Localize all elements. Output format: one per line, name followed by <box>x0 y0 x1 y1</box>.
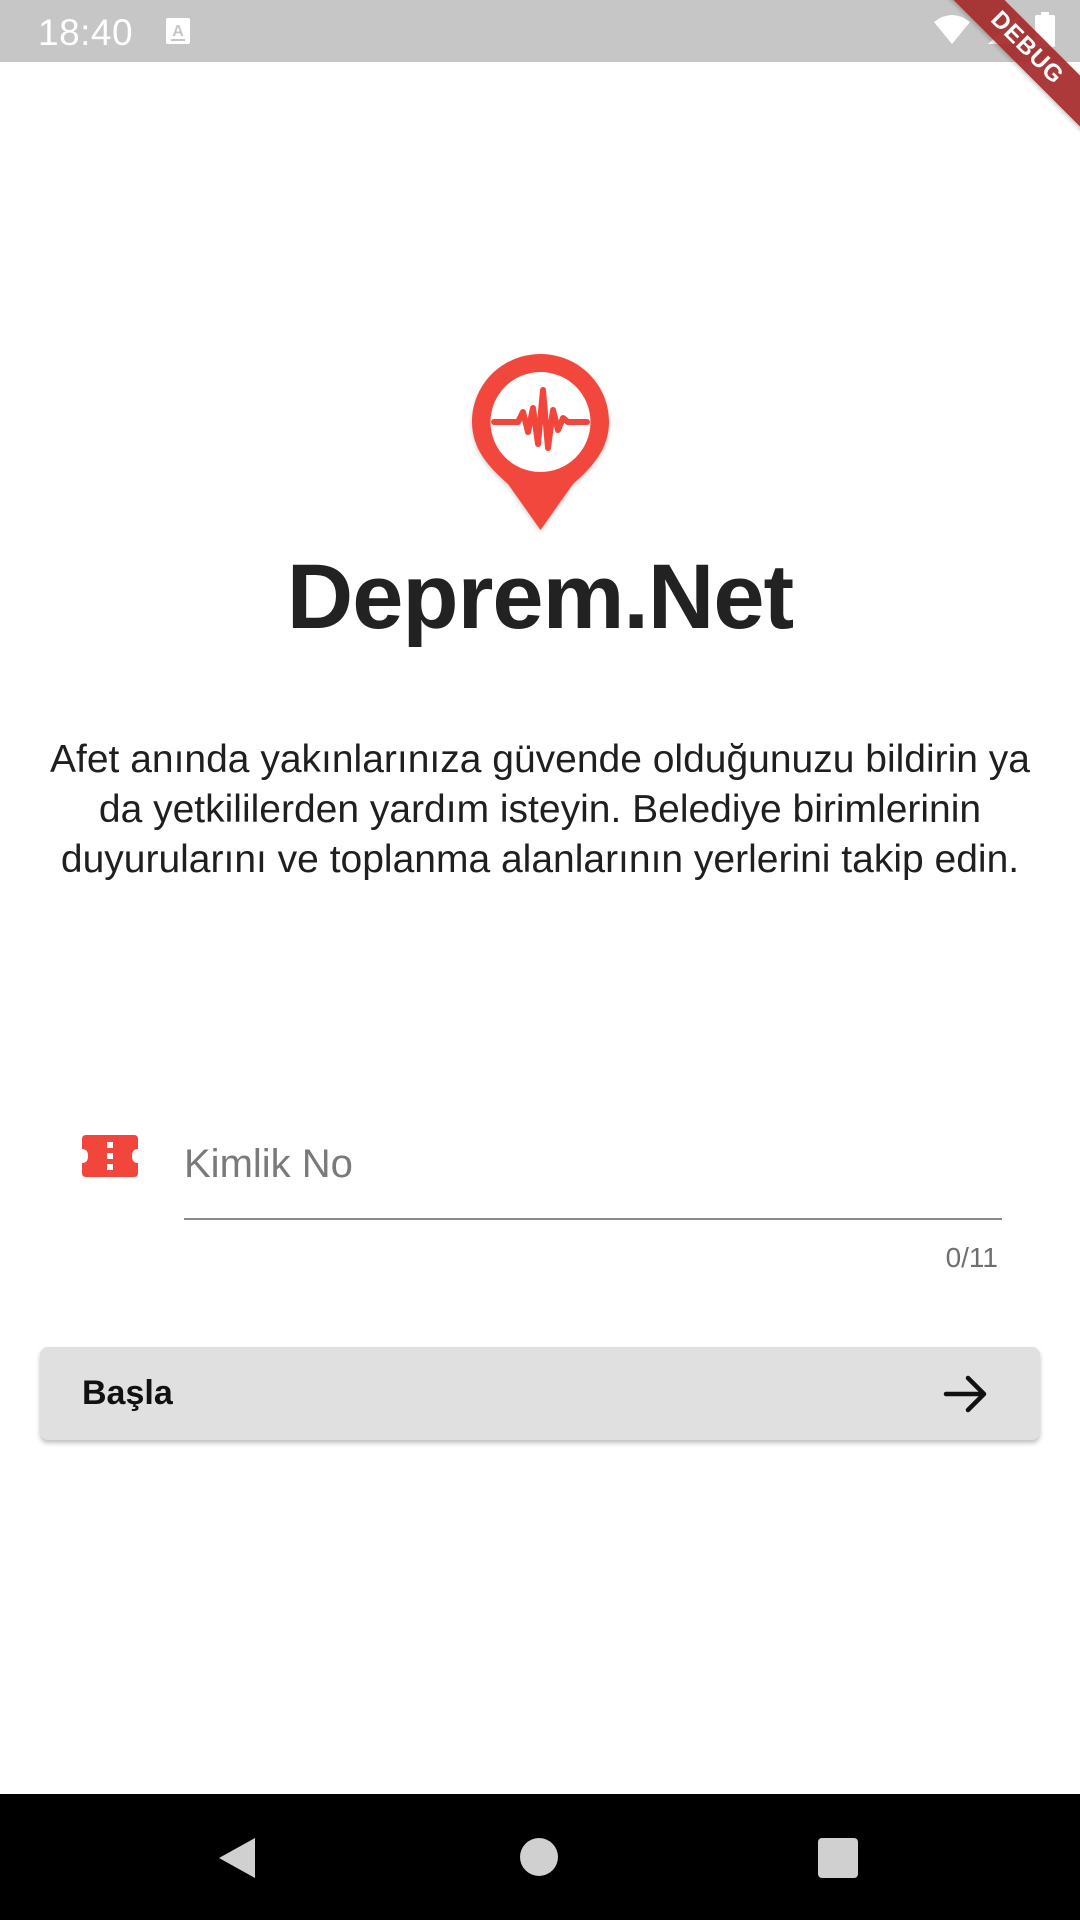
status-bar: 18:40 A <box>0 0 1080 62</box>
id-card-icon <box>82 1135 138 1177</box>
id-number-input[interactable] <box>184 1125 1002 1220</box>
a-notification-icon: A <box>166 18 190 44</box>
arrow-right-icon <box>943 1375 987 1412</box>
home-icon[interactable] <box>520 1838 558 1876</box>
character-counter: 0/11 <box>945 1242 998 1273</box>
start-button-label: Başla <box>82 1374 173 1412</box>
wifi-icon <box>934 15 970 44</box>
app-logo-icon <box>472 354 609 530</box>
screen: 18:40 A DEBUG Deprem.Net Afet anında yak… <box>0 0 1080 1920</box>
back-icon[interactable] <box>215 1834 259 1882</box>
status-time: 18:40 <box>38 12 134 53</box>
app-title: Deprem.Net <box>286 546 794 648</box>
start-button[interactable]: Başla <box>40 1347 1040 1440</box>
navigation-bar <box>0 1794 1080 1920</box>
svg-text:A: A <box>172 23 184 40</box>
recents-icon[interactable] <box>818 1838 858 1878</box>
app-description: Afet anında yakınlarınıza güvende olduğu… <box>49 738 1030 881</box>
